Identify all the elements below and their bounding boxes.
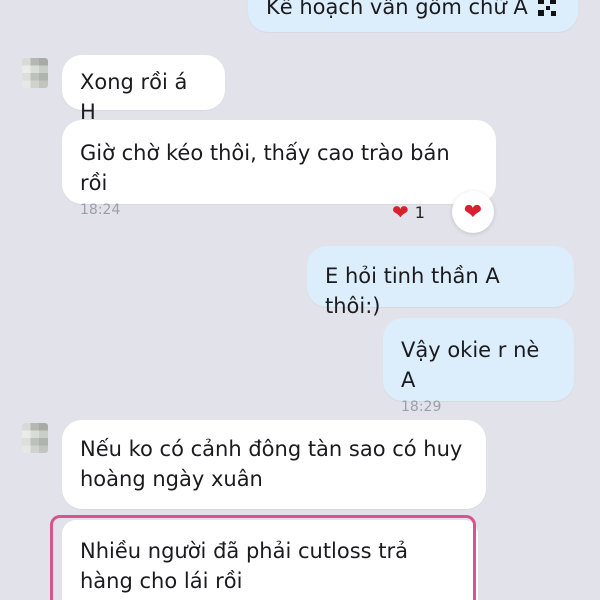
- message-text: Vậy okie r nè A: [401, 338, 540, 392]
- highlight-frame: [50, 515, 476, 600]
- message-bubble-incoming[interactable]: Giờ chờ kéo thôi, thấy cao trào bán rồi …: [62, 120, 496, 218]
- message-bubble-outgoing[interactable]: E hỏi tinh thần A thôi:): [307, 246, 574, 318]
- message-bubble-incoming[interactable]: Nếu ko có cảnh đông tàn sao có huy hoàng…: [62, 420, 486, 509]
- message-text: Nếu ko có cảnh đông tàn sao có huy hoàng…: [80, 437, 463, 491]
- reaction-summary[interactable]: ❤ 1: [392, 200, 425, 224]
- qr-code-icon[interactable]: [538, 0, 556, 16]
- reaction-count: 1: [414, 202, 425, 222]
- message-text: Xong rồi á H: [80, 70, 188, 124]
- message-bubble-outgoing[interactable]: Kế hoạch vẫn gồm chữ A: [248, 0, 578, 32]
- message-text: Giờ chờ kéo thôi, thấy cao trào bán rồi: [80, 141, 450, 195]
- heart-icon: ❤: [392, 200, 409, 224]
- message-text: E hỏi tinh thần A thôi:): [325, 264, 500, 318]
- message-bubble-outgoing[interactable]: Vậy okie r nè A 18:29: [383, 318, 574, 415]
- message-bubble-incoming[interactable]: Xong rồi á H: [62, 55, 225, 124]
- heart-icon: ❤: [463, 199, 483, 225]
- heart-react-button[interactable]: ❤: [452, 191, 494, 233]
- message-text: Kế hoạch vẫn gồm chữ A: [266, 0, 528, 19]
- chat-area: Kế hoạch vẫn gồm chữ A Xong rồi á H Giờ …: [0, 0, 600, 600]
- avatar[interactable]: [22, 58, 48, 88]
- avatar[interactable]: [22, 423, 48, 453]
- message-timestamp: 18:29: [401, 399, 442, 415]
